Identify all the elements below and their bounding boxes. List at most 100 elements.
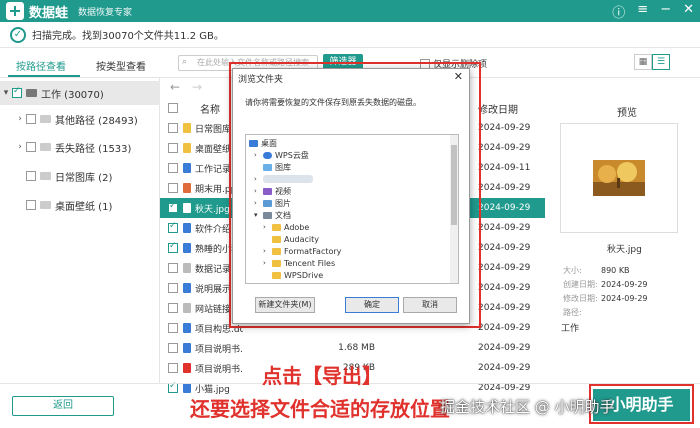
folder-node-videos[interactable]: › 视频 [254, 185, 291, 197]
help-icon[interactable]: ⓘ [612, 2, 625, 21]
meta-path-value: 工作 [561, 324, 580, 334]
back-button[interactable]: 返回 [12, 396, 114, 416]
scrollbar-thumb[interactable] [451, 145, 457, 225]
row-checkbox[interactable] [168, 363, 178, 373]
tree-item-label: 桌面壁纸 (1) [55, 201, 113, 213]
folder-node-adobe[interactable]: › Adobe [263, 221, 309, 233]
tree-item-label: 日常图库 (2) [55, 172, 113, 184]
column-modified[interactable]: 修改日期 [478, 101, 518, 116]
scan-status-bar: ✓ 扫描完成。找到30070个文件共11.2 GB。 [0, 22, 700, 48]
file-name: 项目说明书.pdf [195, 364, 243, 375]
folder-node-documents[interactable]: ▾ 文档 [254, 209, 291, 221]
autumn-image-icon [593, 160, 645, 196]
file-type-icon [183, 123, 191, 133]
folder-node-desktop[interactable]: 桌面 [249, 137, 277, 149]
file-date: 2024-09-29 [478, 223, 531, 233]
tree-item-other-paths[interactable]: › 其他路径 (28493) [0, 107, 160, 131]
row-checkbox[interactable] [168, 143, 178, 153]
scan-status-text: 扫描完成。找到30070个文件共11.2 GB。 [32, 31, 224, 42]
file-type-icon [183, 283, 191, 293]
dialog-title: 浏览文件夹 [238, 75, 284, 85]
new-folder-button[interactable]: 新建文件夹(M) [255, 297, 315, 313]
file-date: 2024-09-29 [478, 183, 531, 193]
file-type-icon [183, 203, 191, 213]
drive-icon [26, 89, 37, 97]
folder-node-tencent-files[interactable]: › Tencent Files [263, 257, 335, 269]
path-tree: ▾ 工作 (30070) › 其他路径 (28493) › 丢失路径 (1533… [0, 78, 160, 383]
tree-checkbox[interactable] [26, 114, 36, 124]
folder-node-audacity[interactable]: Audacity [272, 233, 319, 245]
folder-node-gallery[interactable]: 图库 [263, 161, 291, 173]
preview-thumbnail [560, 123, 678, 233]
meta-modified: 修改日期: 2024-09-29 [563, 294, 648, 303]
cancel-button[interactable]: 取消 [403, 297, 457, 313]
expand-arrow-icon[interactable]: › [14, 142, 26, 152]
minimize-icon[interactable]: − [660, 2, 671, 21]
tree-item-label: 工作 (30070) [41, 89, 104, 101]
file-date: 2024-09-29 [478, 363, 531, 373]
tree-item-daily-gallery[interactable]: 日常图库 (2) [0, 164, 160, 188]
tree-item-lost-paths[interactable]: › 丢失路径 (1533) [0, 135, 160, 159]
file-date: 2024-09-29 [478, 243, 531, 253]
file-type-icon [183, 323, 191, 333]
app-subtitle: 数据恢复专家 [78, 7, 133, 18]
file-size: 1.68 MB [338, 343, 375, 353]
row-checkbox[interactable] [168, 241, 178, 253]
folder-node-pictures[interactable]: › 图片 [254, 197, 291, 209]
expand-arrow-icon[interactable]: › [14, 114, 26, 124]
tree-checkbox[interactable] [12, 86, 22, 98]
row-checkbox[interactable] [168, 201, 178, 213]
ok-button[interactable]: 确定 [345, 297, 399, 313]
close-icon[interactable]: ✕ [683, 2, 694, 21]
file-date: 2024-09-29 [478, 123, 531, 133]
file-type-icon [183, 143, 191, 153]
row-checkbox[interactable] [168, 183, 178, 193]
folder-node-wpsdrive[interactable]: WPSDrive [272, 269, 323, 281]
tree-item-work[interactable]: ▾ 工作 (30070) [0, 81, 160, 105]
meta-created: 创建日期: 2024-09-29 [563, 280, 648, 289]
dialog-close-icon[interactable]: ✕ [454, 70, 463, 83]
column-name[interactable]: 名称 [200, 101, 220, 116]
row-checkbox[interactable] [168, 283, 178, 293]
folder-tree: 桌面 › WPS云盘 图库 › › 视频 › 图片 ▾ 文档 › Adobe Audaci… [245, 134, 459, 284]
row-checkbox[interactable] [168, 323, 178, 333]
file-date: 2024-09-29 [478, 143, 531, 153]
row-checkbox[interactable] [168, 163, 178, 173]
watermark: 掘金技术社区 @ 小明助手 [440, 398, 615, 416]
row-checkbox[interactable] [168, 303, 178, 313]
folder-node-formatfactory[interactable]: › FormatFactory [263, 245, 341, 257]
file-date: 2024-09-29 [478, 303, 531, 313]
tab-by-type[interactable]: 按类型查看 [96, 58, 146, 73]
row-checkbox[interactable] [168, 343, 178, 353]
file-date: 2024-09-29 [478, 343, 531, 353]
folder-tree-scrollbar[interactable] [450, 135, 458, 283]
menu-icon[interactable]: ≡ [637, 2, 648, 21]
row-checkbox[interactable] [168, 263, 178, 273]
meta-path: 路径: [563, 308, 582, 317]
tree-item-wallpaper[interactable]: 桌面壁纸 (1) [0, 193, 160, 217]
folder-node-user[interactable]: › [254, 173, 313, 185]
folder-node-wps-cloud[interactable]: › WPS云盘 [254, 149, 309, 161]
select-all-checkbox[interactable] [168, 103, 178, 113]
dialog-title-bar: 浏览文件夹 ✕ [233, 69, 469, 85]
grid-view-icon[interactable]: ▦ [634, 54, 652, 70]
folder-icon [40, 172, 51, 180]
file-date: 2024-09-29 [478, 263, 531, 273]
search-icon: ⌕ [182, 57, 188, 67]
row-checkbox[interactable] [168, 123, 178, 133]
row-checkbox[interactable] [168, 221, 178, 233]
app-name: 数据蛙 [29, 5, 69, 21]
table-row[interactable]: 项目说明书.do... 1.68 MB 2024-09-29 [160, 338, 545, 358]
tree-checkbox[interactable] [26, 142, 36, 152]
tree-checkbox[interactable] [26, 200, 36, 210]
list-view-icon[interactable]: ☰ [652, 54, 670, 70]
folder-icon [40, 201, 51, 209]
annotation-choose-location: 还要选择文件合适的存放位置 [190, 397, 450, 421]
tree-checkbox[interactable] [26, 171, 36, 181]
collapse-arrow-icon[interactable]: ▾ [0, 88, 12, 98]
file-name: 项目说明书.do... [195, 344, 243, 355]
back-arrow-icon[interactable]: ← [170, 80, 180, 94]
tab-by-path[interactable]: 按路径查看 [16, 58, 66, 73]
title-bar: 数据蛙 数据恢复专家 ⓘ ≡ − ✕ [0, 0, 700, 22]
forward-arrow-icon[interactable]: → [192, 80, 202, 94]
